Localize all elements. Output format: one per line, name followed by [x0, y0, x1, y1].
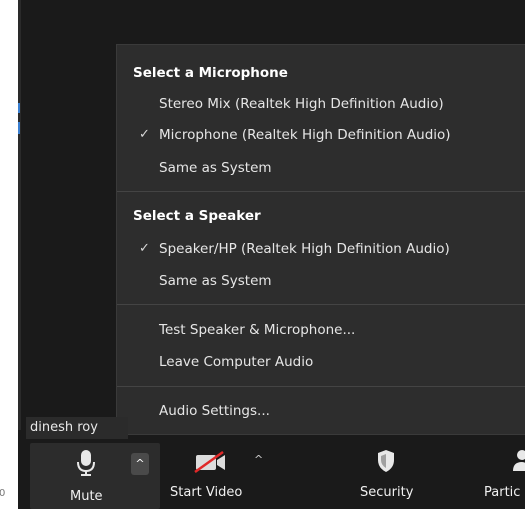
participants-label: Partic	[484, 485, 521, 500]
start-video-label: Start Video	[170, 485, 243, 500]
menu-item-speaker-realtek[interactable]: Speaker/HP (Realtek High Definition Audi…	[159, 241, 450, 257]
edge-marker	[18, 103, 20, 113]
speaker-section-title: Select a Speaker	[133, 208, 261, 224]
edge-number: 0	[0, 488, 6, 499]
microphone-section-title: Select a Microphone	[133, 65, 288, 81]
participants-icon	[513, 450, 525, 471]
shield-icon	[378, 450, 394, 472]
menu-divider	[117, 191, 525, 192]
menu-item-mic-same-as-system[interactable]: Same as System	[159, 160, 272, 176]
participant-name-tag: dinesh roy	[26, 417, 128, 439]
microphone-icon	[77, 450, 95, 476]
menu-item-test-speaker-mic[interactable]: Test Speaker & Microphone...	[159, 322, 355, 338]
audio-options-caret[interactable]: ^	[131, 453, 149, 475]
edge-marker	[18, 122, 20, 134]
zoom-meeting-window: Select a Microphone Stereo Mix (Realtek …	[18, 0, 525, 509]
audio-options-menu: Select a Microphone Stereo Mix (Realtek …	[116, 44, 525, 435]
menu-item-stereo-mix[interactable]: Stereo Mix (Realtek High Definition Audi…	[159, 96, 444, 112]
mute-button[interactable]: ^ Mute	[30, 443, 160, 509]
security-label: Security	[360, 485, 414, 500]
menu-item-microphone-realtek[interactable]: Microphone (Realtek High Definition Audi…	[159, 127, 451, 143]
mute-label: Mute	[70, 489, 103, 504]
menu-divider	[117, 304, 525, 305]
meeting-toolbar: ^ Mute ^ Start Video Security Partic	[18, 439, 525, 509]
menu-divider	[117, 386, 525, 387]
menu-item-leave-computer-audio[interactable]: Leave Computer Audio	[159, 354, 313, 370]
video-options-caret[interactable]: ^	[254, 453, 263, 466]
video-area-edge	[18, 0, 21, 430]
video-off-icon	[194, 451, 225, 473]
menu-item-speaker-same-as-system[interactable]: Same as System	[159, 273, 272, 289]
check-icon: ✓	[139, 241, 150, 256]
menu-item-audio-settings[interactable]: Audio Settings...	[159, 403, 270, 419]
check-icon: ✓	[139, 127, 150, 142]
